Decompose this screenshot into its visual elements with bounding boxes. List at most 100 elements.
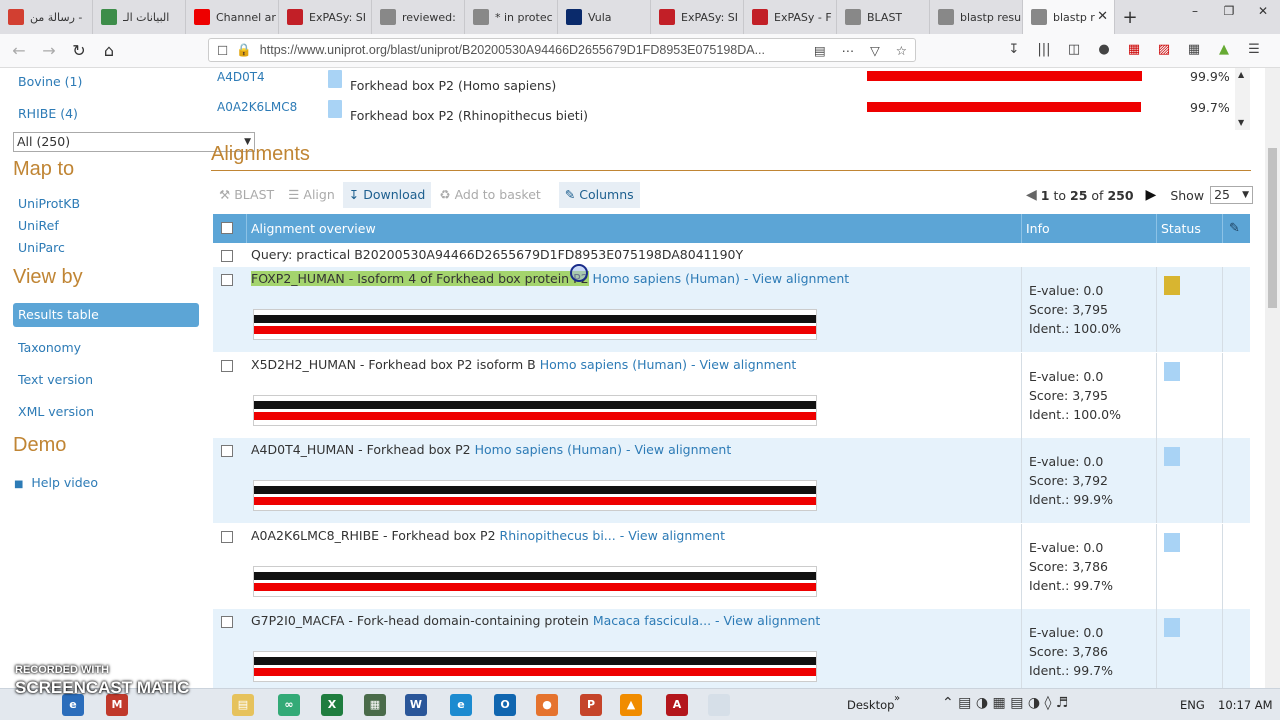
map-uniparc[interactable]: UniParc — [18, 240, 65, 255]
col-status[interactable]: Status — [1161, 214, 1201, 243]
excel-icon[interactable]: X — [321, 694, 343, 716]
entry-link[interactable]: A4D0T4_HUMAN - Forkhead box P2 — [251, 442, 471, 457]
browser-tab[interactable]: * in protec — [465, 0, 558, 34]
view-xml-version[interactable]: XML version — [18, 404, 94, 419]
blast-button[interactable]: ⚒ BLAST — [213, 182, 280, 208]
alignment-overview-graphic[interactable] — [253, 394, 817, 426]
browser-tab[interactable]: Vula — [558, 0, 651, 34]
acrobat-icon[interactable]: A — [666, 694, 688, 716]
tray-icons[interactable]: ⌃ ▤ ◑ ▦ ▤ ◑ ◊ ♬ — [942, 695, 1068, 711]
filter-bovine[interactable]: Bovine (1) — [18, 74, 82, 89]
download-button[interactable]: ↧ Download — [342, 182, 432, 208]
view-alignment-link[interactable]: View alignment — [634, 442, 731, 457]
row-checkbox[interactable] — [221, 274, 233, 286]
view-alignment-link[interactable]: View alignment — [752, 271, 849, 286]
pdf-extension-icon[interactable]: ▨ — [1152, 38, 1176, 62]
forward-icon[interactable]: → — [34, 41, 64, 60]
view-taxonomy[interactable]: Taxonomy — [18, 340, 81, 355]
browser-tab[interactable]: blastp resu — [930, 0, 1023, 34]
map-uniref[interactable]: UniRef — [18, 218, 59, 233]
organism-link[interactable]: Homo sapiens (Human) — [593, 271, 740, 286]
reload-icon[interactable]: ↻ — [64, 41, 94, 60]
col-alignment-overview[interactable]: Alignment overview — [251, 214, 376, 243]
browser-tab[interactable]: reviewed: — [372, 0, 465, 34]
row-checkbox[interactable] — [221, 616, 233, 628]
row-checkbox[interactable] — [221, 445, 233, 457]
columns-button[interactable]: ✎ Columns — [558, 182, 640, 208]
row-checkbox[interactable] — [221, 359, 233, 372]
browser-tab[interactable]: ExPASy - F — [744, 0, 837, 34]
android-extension-icon[interactable]: ▲ — [1212, 38, 1236, 62]
view-alignment-link[interactable]: View alignment — [628, 528, 725, 543]
home-icon[interactable]: ⌂ — [94, 41, 124, 60]
language-indicator[interactable]: ENG — [1180, 698, 1205, 712]
entry-link[interactable]: X5D2H2_HUMAN - Forkhead box P2 isoform B — [251, 357, 536, 372]
alignment-overview-graphic[interactable] — [253, 565, 817, 597]
vlc-icon[interactable]: ▲ — [620, 694, 642, 716]
powerpoint-icon[interactable]: P — [580, 694, 602, 716]
alignment-overview-graphic[interactable] — [253, 651, 817, 682]
bookmark-star-icon[interactable]: ☆ — [896, 43, 907, 58]
outlook-icon[interactable]: O — [494, 694, 516, 716]
hit-accession[interactable]: A4D0T4 — [217, 70, 265, 84]
new-tab-button[interactable]: + — [1115, 0, 1145, 34]
map-uniprotkb[interactable]: UniProtKB — [18, 196, 80, 211]
url-bar[interactable]: ☐ 🔒 https://www.uniprot.org/blast/unipro… — [208, 38, 916, 62]
view-alignment-link[interactable]: View alignment — [700, 357, 797, 372]
browser-tab[interactable]: blastp r ✕ — [1023, 0, 1115, 34]
sidebar-icon[interactable]: ◫ — [1062, 38, 1086, 62]
word-icon[interactable]: W — [405, 694, 427, 716]
url-text[interactable]: https://www.uniprot.org/blast/uniprot/B2… — [260, 43, 806, 57]
view-text-version[interactable]: Text version — [18, 372, 93, 387]
prev-page-icon[interactable]: ◀ — [1026, 187, 1037, 203]
clock[interactable]: 10:17 AM — [1218, 698, 1273, 712]
pocket-icon[interactable]: ▽ — [870, 43, 880, 58]
library-icon[interactable]: ||| — [1032, 38, 1056, 62]
browser-tab[interactable]: البيانات الـ — [93, 0, 186, 34]
desktop-toolbar[interactable]: Desktop — [847, 698, 894, 712]
organism-link[interactable]: Homo sapiens (Human) — [475, 442, 622, 457]
browser-tab[interactable]: Channel ar — [186, 0, 279, 34]
organism-link[interactable]: Homo sapiens (Human) — [540, 357, 687, 372]
scroll-down-icon[interactable]: ▼ — [1238, 118, 1244, 127]
entry-link[interactable]: FOXP2_HUMAN - Isoform 4 of Forkhead box … — [251, 271, 589, 286]
barcode-extension-icon[interactable]: ▦ — [1182, 38, 1206, 62]
account-icon[interactable]: ● — [1092, 38, 1116, 62]
page-size-select[interactable]: 25 ▼ — [1210, 186, 1254, 204]
entry-link[interactable]: A0A2K6LMC8_RHIBE - Forkhead box P2 — [251, 528, 500, 543]
browser-tab[interactable]: ExPASy: SI — [279, 0, 372, 34]
hit-list-scrollbar[interactable]: ▲ ▼ — [1235, 68, 1250, 130]
help-video-link[interactable]: ■ Help video — [14, 475, 98, 490]
expand-icon[interactable]: » — [894, 693, 900, 704]
app-icon[interactable] — [708, 694, 730, 716]
select-all-checkbox[interactable] — [221, 222, 233, 234]
more-actions-icon[interactable]: ⋯ — [842, 43, 855, 58]
view-results-table[interactable]: Results table — [13, 303, 199, 327]
restore-icon[interactable]: ❐ — [1212, 0, 1246, 34]
view-alignment-link[interactable]: View alignment — [724, 613, 821, 628]
reader-mode-icon[interactable]: ▤ — [814, 43, 826, 58]
alignment-overview-graphic[interactable] — [253, 309, 817, 340]
extension-icon[interactable]: ▦ — [1122, 38, 1146, 62]
firefox-icon[interactable]: ● — [536, 694, 558, 716]
back-icon[interactable]: ← — [4, 41, 34, 60]
organism-link[interactable]: Macaca fascicula... — [593, 613, 711, 628]
sigil-app-icon[interactable]: ∞ — [278, 694, 300, 716]
entry-link[interactable]: G7P2I0_MACFA - Fork-head domain-containi… — [251, 613, 593, 628]
page-scrollbar-thumb[interactable] — [1268, 148, 1277, 308]
browser-tab[interactable]: ExPASy: SI — [651, 0, 744, 34]
menu-icon[interactable]: ☰ — [1242, 38, 1266, 62]
query-checkbox[interactable] — [221, 250, 233, 262]
file-explorer-icon[interactable]: ▤ — [232, 694, 254, 716]
row-checkbox[interactable] — [221, 530, 233, 543]
edge-icon[interactable]: e — [450, 694, 472, 716]
download-icon[interactable]: ↧ — [1002, 38, 1026, 62]
close-tab-icon[interactable]: ✕ — [1097, 9, 1108, 24]
hit-accession[interactable]: A0A2K6LMC8 — [217, 100, 297, 114]
align-button[interactable]: ☰ Align — [282, 182, 341, 208]
browser-tab[interactable]: BLAST — [837, 0, 930, 34]
filter-rhibe[interactable]: RHIBE (4) — [18, 106, 78, 121]
close-window-icon[interactable]: ✕ — [1246, 0, 1280, 34]
organism-link[interactable]: Rhinopithecus bi... — [500, 528, 616, 543]
add-to-basket-button[interactable]: ♻ Add to basket — [433, 182, 546, 208]
